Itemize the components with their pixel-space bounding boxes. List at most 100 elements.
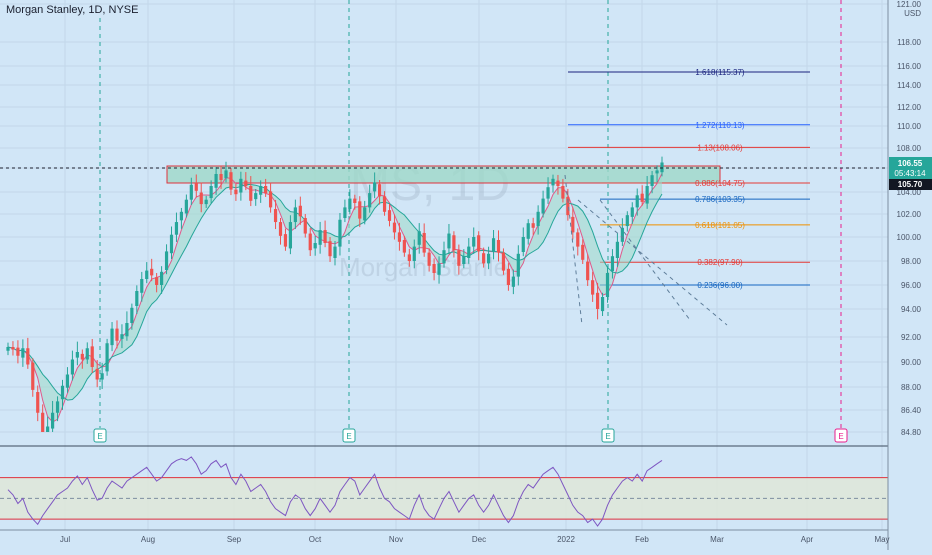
candle-body: [496, 240, 501, 253]
resistance-zone[interactable]: [166, 165, 721, 184]
candle-body: [645, 186, 649, 204]
price-chart[interactable]: MS, 1D Morgan Stanley 1.618(115.37)1.272…: [0, 0, 932, 550]
candle-body: [630, 207, 634, 217]
candle-body: [234, 189, 238, 195]
candle-body: [318, 230, 322, 245]
crosshair-price-value: 105.70: [898, 180, 923, 189]
candle-body: [303, 218, 307, 234]
earnings-marker-label: E: [605, 432, 610, 441]
price-tick-label: 110.00: [897, 122, 921, 131]
price-tick-label: 84.80: [901, 428, 922, 437]
candle-body: [65, 374, 70, 388]
candle-body: [46, 426, 50, 432]
candle-body: [199, 192, 203, 205]
candle-body: [511, 276, 515, 287]
price-tick-label: 112.00: [897, 103, 921, 112]
candle-body: [229, 172, 233, 190]
candle-body: [85, 348, 89, 360]
price-tick-label: 90.00: [901, 358, 922, 367]
candle-body: [600, 297, 605, 312]
candle-body: [155, 277, 159, 285]
price-tick-label: 88.00: [901, 383, 922, 392]
fib-level-label: 0.618(101.05): [695, 221, 745, 230]
candle-body: [95, 368, 99, 380]
candle-body: [521, 237, 525, 252]
candle-body: [16, 347, 20, 356]
candle-body: [635, 195, 639, 208]
candle-body: [60, 385, 65, 400]
time-tick-label: Oct: [309, 535, 322, 544]
candle-body: [333, 246, 337, 258]
candle-body: [387, 210, 392, 221]
time-tick-label: Dec: [472, 535, 486, 544]
chart-stage[interactable]: MS, 1D Morgan Stanley 1.618(115.37) 1.272…: [0, 0, 932, 550]
candle-body: [259, 186, 263, 195]
candle-body: [531, 223, 535, 228]
candle-body: [536, 211, 540, 227]
candle-body: [80, 353, 84, 360]
candle-body: [264, 186, 268, 194]
currency-label: USD: [904, 9, 921, 18]
candle-body: [591, 280, 595, 295]
price-tick-label: 94.00: [901, 305, 922, 314]
time-tick-label: Sep: [227, 535, 242, 544]
earnings-marker-label: E: [97, 432, 102, 441]
candle-body: [363, 207, 367, 221]
candle-body: [655, 170, 659, 174]
candle-body: [556, 180, 560, 186]
candle-body: [472, 237, 476, 247]
price-tick-label: 92.00: [901, 333, 922, 342]
candle-body: [397, 232, 402, 242]
candle-body: [373, 182, 377, 192]
candle-body: [432, 264, 436, 273]
candle-body: [412, 246, 416, 261]
fib-level-label: 1.272(110.13): [695, 121, 745, 130]
candle-body: [491, 238, 496, 252]
chart-title: Morgan Stanley, 1D, NYSE: [6, 4, 139, 16]
candle-body: [625, 215, 629, 227]
candle-body: [110, 328, 114, 346]
candle-body: [605, 273, 610, 297]
price-tick-label: 121.00: [897, 0, 922, 9]
candle-body: [105, 343, 109, 372]
candle-body: [561, 186, 565, 199]
candle-body: [442, 250, 446, 264]
candle-body: [477, 235, 481, 252]
candle-body: [551, 178, 555, 186]
candle-body: [452, 235, 456, 251]
candle-body: [209, 186, 213, 199]
price-tick-label: 100.00: [897, 233, 922, 242]
candle-body: [576, 232, 580, 247]
price-tick-label: 114.00: [897, 81, 921, 90]
candle-body: [447, 233, 451, 249]
candle-body: [650, 175, 654, 186]
candle-body: [595, 292, 600, 309]
candle-body: [407, 254, 411, 261]
candle-body: [427, 252, 431, 266]
candle-body: [313, 243, 317, 249]
time-tick-label: Nov: [389, 535, 403, 544]
time-tick-label: Mar: [710, 535, 724, 544]
candle-body: [283, 234, 288, 247]
time-tick-label: Aug: [141, 535, 155, 544]
candle-body: [75, 352, 79, 358]
candle-body: [457, 250, 461, 266]
candle-body: [422, 232, 426, 253]
fib-level-label: 0.786(103.35): [695, 195, 745, 204]
candle-body: [150, 268, 154, 276]
candle-body: [224, 170, 228, 179]
candle-body: [50, 412, 55, 429]
candle-body: [437, 263, 441, 275]
price-tick-label: 116.00: [897, 62, 921, 71]
fib-level-label: 0.382(97.90): [697, 258, 743, 267]
candle-body: [219, 174, 223, 180]
candle-body: [506, 268, 511, 285]
candle-body: [338, 219, 342, 247]
candle-body: [516, 253, 520, 277]
candle-body: [541, 198, 545, 214]
candle-body: [120, 334, 124, 339]
candle-body: [640, 193, 644, 202]
time-tick-label: Apr: [801, 535, 814, 544]
time-tick-label: 2022: [557, 535, 575, 544]
candle-body: [462, 256, 466, 264]
